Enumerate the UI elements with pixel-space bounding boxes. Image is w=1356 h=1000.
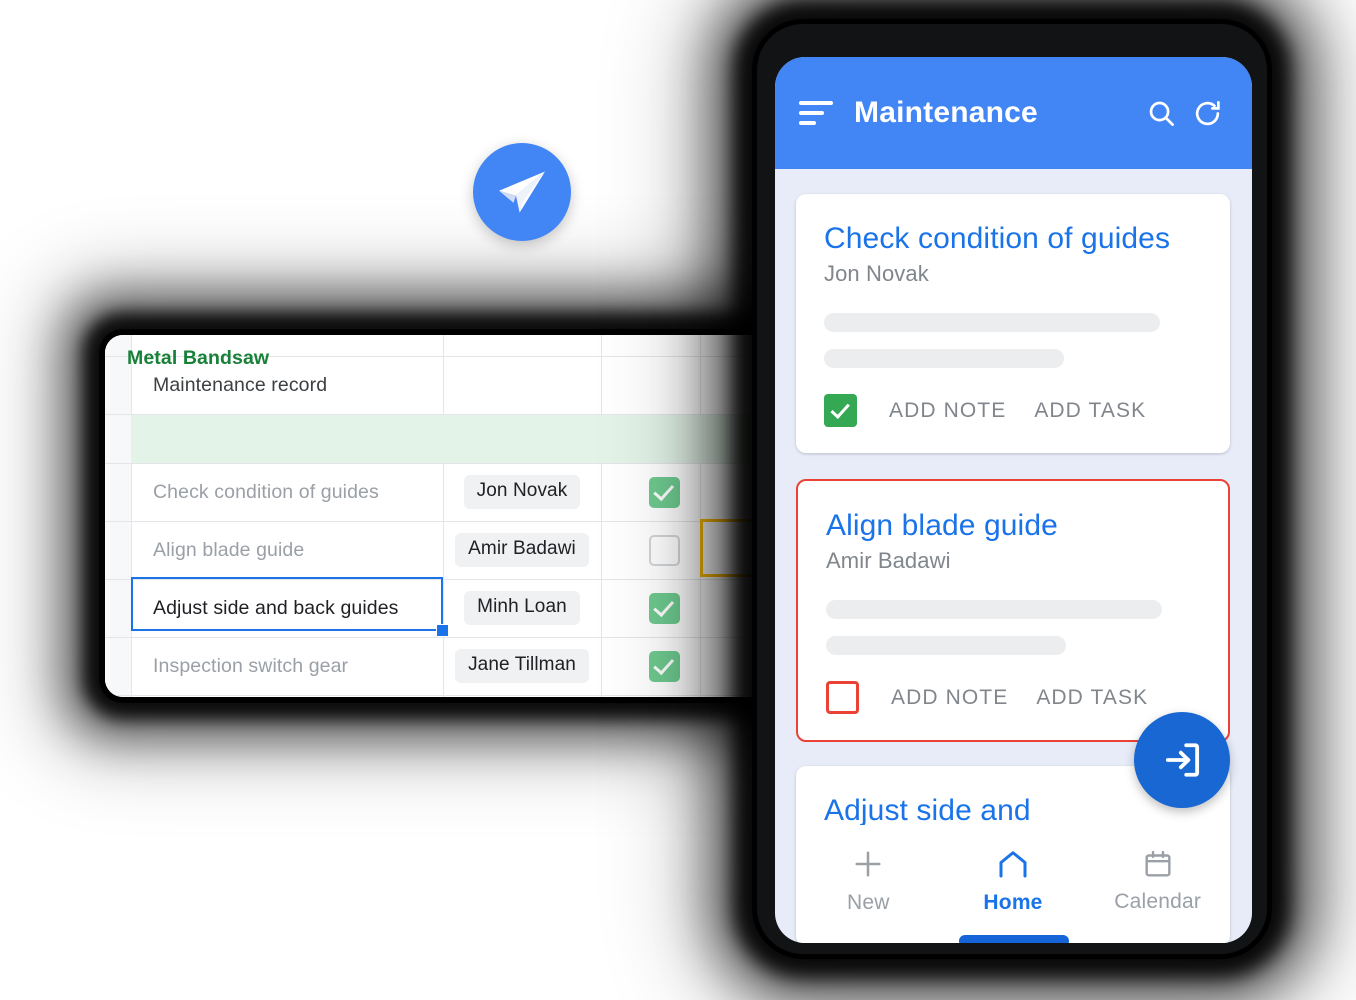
nav-label-new: New xyxy=(847,890,890,914)
add-task-button[interactable]: ADD TASK xyxy=(1036,686,1148,710)
task-card[interactable]: Check condition of guides Jon Novak ADD … xyxy=(796,194,1230,453)
blue-cell-selection[interactable] xyxy=(131,577,443,631)
enter-fab-button[interactable] xyxy=(1134,712,1230,808)
home-indicator xyxy=(958,935,1069,943)
checkbox-checked-icon[interactable] xyxy=(649,476,680,508)
task-card-assignee: Jon Novak xyxy=(824,261,929,286)
assignee-chip: Jane Tillman xyxy=(455,649,589,683)
task-card-assignee: Amir Badawi xyxy=(826,548,951,573)
nav-item-calendar[interactable]: Calendar xyxy=(1085,847,1230,914)
phone-screen: Maintenance Check condition of guides Jo… xyxy=(775,57,1252,943)
task-checkbox-unchecked[interactable] xyxy=(826,681,859,714)
assignee-cell[interactable]: Jon Novak xyxy=(443,475,601,509)
nav-label-home: Home xyxy=(983,890,1043,914)
skeleton-line xyxy=(824,313,1160,332)
search-button[interactable] xyxy=(1138,90,1184,136)
app-bar: Maintenance xyxy=(775,57,1252,169)
group-band-label: Metal Bandsaw xyxy=(127,347,270,369)
done-checkbox-cell[interactable] xyxy=(601,592,728,624)
blue-selection-handle[interactable] xyxy=(436,624,449,637)
task-name-cell[interactable]: Check condition of guides xyxy=(131,481,443,504)
task-name-cell[interactable]: Align blade guide xyxy=(131,539,443,562)
task-name-cell[interactable]: Inspection switch gear xyxy=(131,655,443,678)
table-row[interactable]: Inspection switch gear Jane Tillman xyxy=(131,637,777,695)
home-icon xyxy=(999,850,1027,877)
skeleton-line xyxy=(826,636,1066,655)
assignee-chip: Amir Badawi xyxy=(455,533,589,567)
search-icon xyxy=(1149,101,1174,126)
sort-icon[interactable] xyxy=(799,101,833,125)
assignee-chip: Minh Loan xyxy=(464,591,580,625)
table-row[interactable]: Check condition of guides Jon Novak xyxy=(131,463,777,521)
done-checkbox-cell[interactable] xyxy=(601,650,728,682)
assignee-cell[interactable]: Amir Badawi xyxy=(443,533,601,567)
bottom-navigation-bar: New Home Calendar xyxy=(796,825,1230,935)
checkbox-unchecked-icon[interactable] xyxy=(649,534,680,566)
assignee-chip: Jon Novak xyxy=(463,475,581,509)
checkbox-checked-icon[interactable] xyxy=(649,650,680,682)
login-arrow-icon xyxy=(1165,743,1200,777)
table-row[interactable]: Align blade guide Amir Badawi xyxy=(131,521,777,579)
stage: Maintenance record Metal Bandsaw Check c… xyxy=(0,0,1356,1000)
assignee-cell[interactable]: Jane Tillman xyxy=(443,649,601,683)
add-task-button[interactable]: ADD TASK xyxy=(1034,399,1146,423)
done-checkbox-cell[interactable] xyxy=(601,476,728,508)
spreadsheet-grid[interactable]: Maintenance record Metal Bandsaw Check c… xyxy=(105,335,777,697)
nav-item-home[interactable]: Home xyxy=(941,846,1086,915)
nav-label-calendar: Calendar xyxy=(1114,889,1202,913)
task-card-title: Align blade guide xyxy=(826,509,1058,542)
group-band-row[interactable] xyxy=(131,415,777,463)
task-card-actions: ADD NOTE ADD TASK xyxy=(796,368,1230,453)
skeleton-line xyxy=(824,349,1064,368)
row-header-strip xyxy=(105,335,131,697)
task-checkbox-checked[interactable] xyxy=(824,394,857,427)
refresh-icon xyxy=(1195,100,1220,125)
calendar-icon xyxy=(1145,850,1171,877)
add-note-button[interactable]: ADD NOTE xyxy=(889,399,1006,423)
record-title-cell[interactable]: Maintenance record xyxy=(131,374,443,397)
nav-item-new[interactable]: New xyxy=(796,846,941,915)
add-note-button[interactable]: ADD NOTE xyxy=(891,686,1008,710)
page-title: Maintenance xyxy=(854,96,1038,129)
grid-hline xyxy=(105,695,777,696)
skeleton-line xyxy=(826,600,1162,619)
task-card[interactable]: Align blade guide Amir Badawi ADD NOTE A… xyxy=(796,479,1230,742)
refresh-button[interactable] xyxy=(1184,90,1230,136)
assignee-cell[interactable]: Minh Loan xyxy=(443,591,601,625)
task-card-title: Check condition of guides xyxy=(824,222,1171,255)
paper-plane-badge xyxy=(473,143,571,241)
spreadsheet-panel: Maintenance record Metal Bandsaw Check c… xyxy=(105,335,777,697)
paper-plane-icon xyxy=(499,171,545,213)
checkbox-checked-icon[interactable] xyxy=(649,592,680,624)
plus-icon xyxy=(855,850,881,877)
